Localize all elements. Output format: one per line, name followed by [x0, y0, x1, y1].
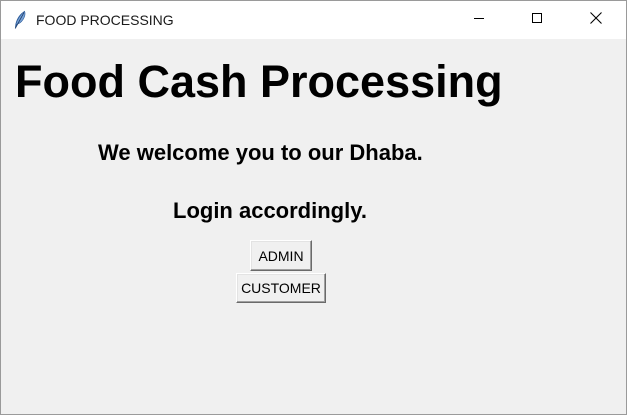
minimize-icon [473, 11, 485, 29]
maximize-icon [531, 11, 543, 29]
close-button[interactable] [567, 1, 625, 39]
window-title: FOOD PROCESSING [36, 12, 174, 28]
minimize-button[interactable] [450, 1, 508, 39]
admin-button[interactable]: ADMIN [250, 240, 312, 271]
login-prompt: Login accordingly. [173, 198, 367, 223]
customer-button[interactable]: CUSTOMER [236, 273, 326, 303]
page-title: Food Cash Processing [15, 56, 503, 107]
app-window: FOOD PROCESSING Food Cash Processing We … [0, 0, 627, 415]
feather-icon [12, 10, 28, 30]
close-icon [589, 11, 603, 30]
main-content: Food Cash Processing We welcome you to o… [1, 39, 626, 414]
title-bar[interactable]: FOOD PROCESSING [1, 1, 626, 39]
welcome-message: We welcome you to our Dhaba. [98, 140, 423, 165]
maximize-button[interactable] [508, 1, 566, 39]
